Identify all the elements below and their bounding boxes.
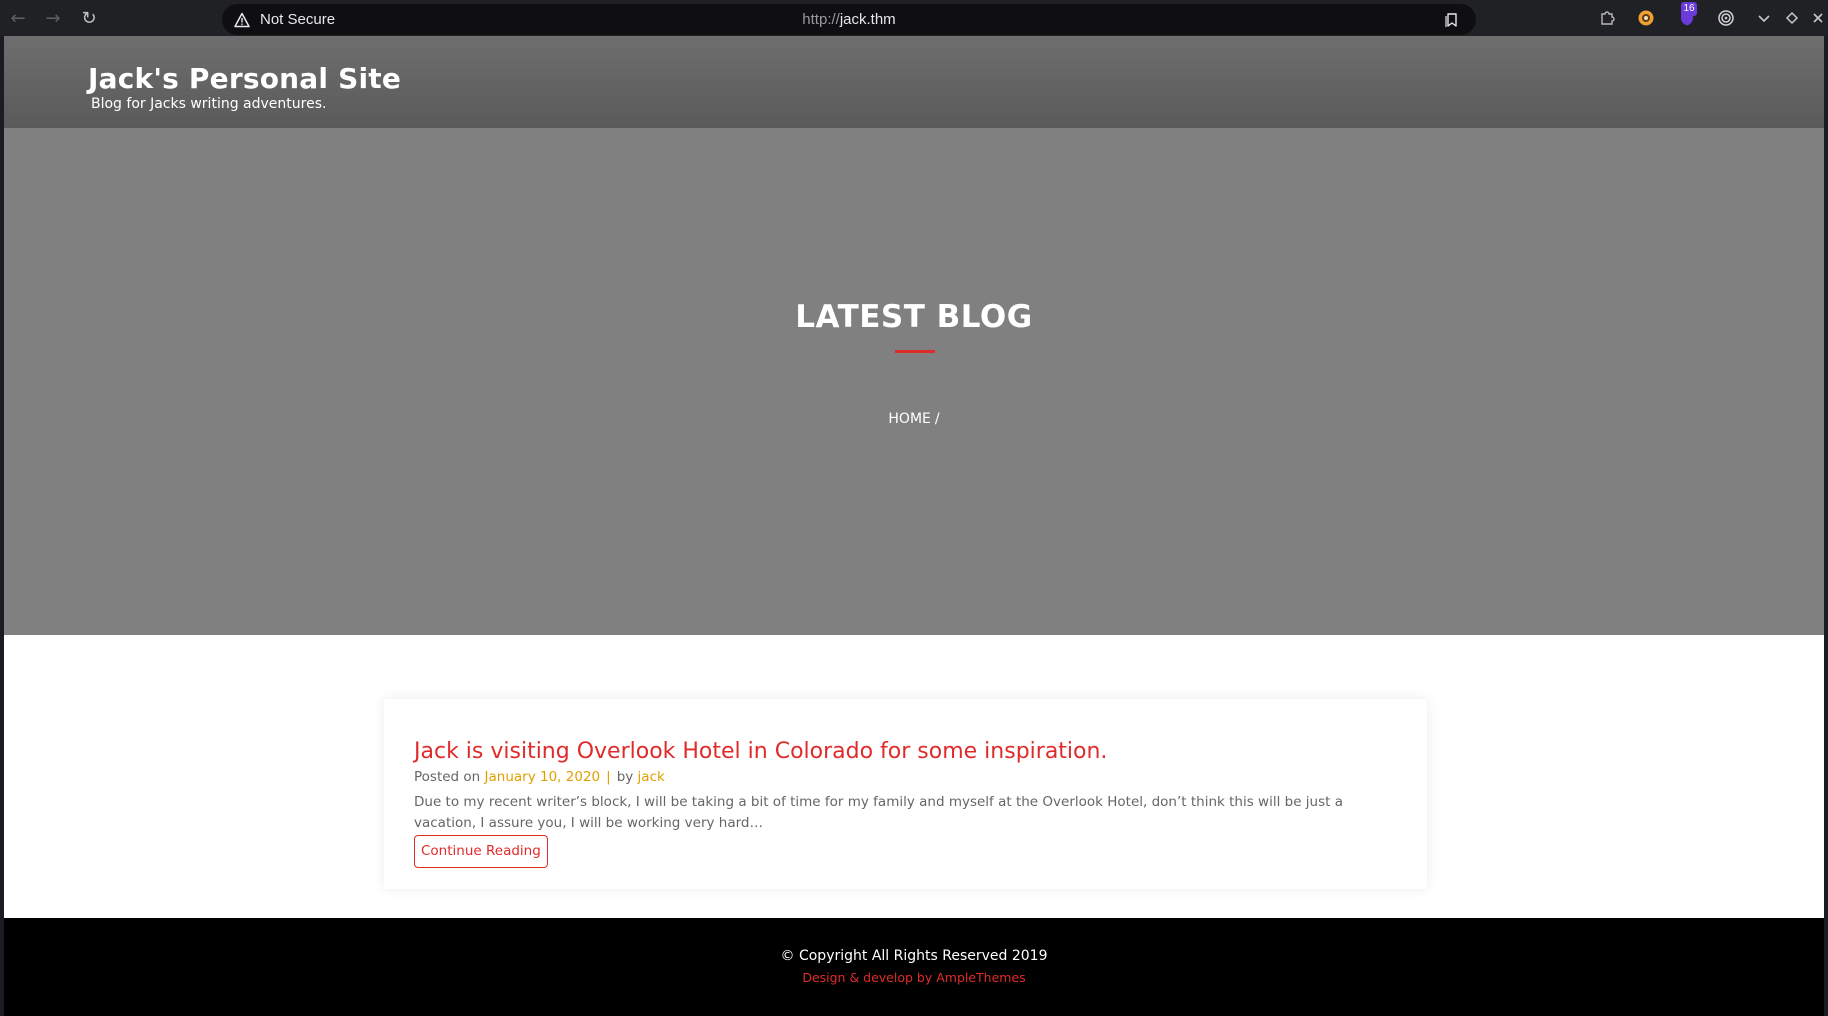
browser-toolbar: ← → ↻ Not Secure http://jack.thm 16: [0, 0, 1828, 36]
page-title: LATEST BLOG: [795, 299, 1033, 335]
chevron-down-icon[interactable]: [1754, 8, 1774, 28]
target-icon[interactable]: [1716, 8, 1736, 28]
site-footer: © Copyright All Rights Reserved 2019 Des…: [4, 918, 1824, 1016]
posted-on-label: Posted on: [414, 769, 481, 785]
post-excerpt: Due to my recent writer’s block, I will …: [414, 794, 1344, 831]
address-bar[interactable]: Not Secure http://jack.thm: [222, 4, 1476, 35]
breadcrumb: HOME /: [4, 411, 1824, 427]
post-author-link[interactable]: jack: [638, 769, 665, 785]
site-title[interactable]: Jack's Personal Site: [88, 62, 401, 95]
by-label: by: [616, 769, 634, 785]
diamond-icon[interactable]: [1782, 8, 1802, 28]
puzzle-icon[interactable]: [1597, 8, 1617, 28]
continue-reading-button[interactable]: Continue Reading: [414, 835, 548, 868]
forward-arrow-icon[interactable]: →: [41, 6, 65, 30]
site-tagline: Blog for Jacks writing adventures.: [91, 96, 327, 112]
url-protocol: http://: [802, 11, 840, 28]
breadcrumb-separator: /: [934, 411, 940, 427]
back-arrow-icon[interactable]: ←: [6, 6, 30, 30]
fox-icon[interactable]: [1636, 8, 1656, 28]
hero-banner: LATEST BLOG HOME /: [4, 128, 1824, 635]
reload-icon[interactable]: ↻: [77, 6, 101, 30]
site-header: Jack's Personal Site Blog for Jacks writ…: [4, 36, 1824, 128]
meta-separator: |: [606, 769, 611, 785]
post-meta: Posted on January 10, 2020 | by jack: [414, 769, 665, 785]
bookmark-icon[interactable]: [1444, 12, 1460, 28]
post-date-link[interactable]: January 10, 2020: [485, 769, 601, 785]
title-underline: [895, 350, 935, 353]
url-text[interactable]: http://jack.thm: [222, 11, 1476, 28]
url-host: jack.thm: [839, 11, 896, 28]
footer-credit-link[interactable]: Design & develop by AmpleThemes: [4, 970, 1824, 985]
breadcrumb-home-link[interactable]: HOME: [888, 411, 930, 427]
close-icon[interactable]: [1808, 8, 1828, 28]
footer-copyright: © Copyright All Rights Reserved 2019: [780, 948, 1048, 964]
blog-post-card: Jack is visiting Overlook Hotel in Color…: [384, 699, 1427, 889]
page-viewport: Jack's Personal Site Blog for Jacks writ…: [4, 36, 1824, 1016]
extension-badge: 16: [1681, 2, 1697, 16]
post-title-link[interactable]: Jack is visiting Overlook Hotel in Color…: [414, 739, 1107, 764]
